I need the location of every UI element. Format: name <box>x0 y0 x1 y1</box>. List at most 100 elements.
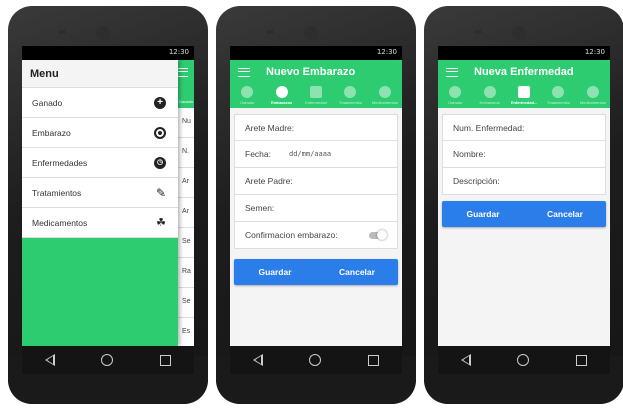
descripcion-field[interactable]: Descripción: <box>442 168 606 195</box>
tab-embarazos[interactable]: Embarazos <box>264 84 298 108</box>
behind-row: Nu <box>178 108 194 138</box>
camera <box>512 26 526 40</box>
home-icon[interactable] <box>101 354 114 366</box>
tab-label: Enfermedad <box>305 100 327 105</box>
clock-icon <box>552 86 565 98</box>
tab-embarazos[interactable]: Embarazos <box>472 84 506 108</box>
behind-tab-label: Ganado <box>178 99 194 104</box>
earpiece <box>58 30 66 34</box>
drawer-item-medicamentos[interactable]: Medicamentos ☘ <box>22 208 178 238</box>
back-icon[interactable] <box>461 354 472 366</box>
status-bar: 12:30 <box>438 46 610 60</box>
tab-tratamientos[interactable]: Tratamientos <box>541 84 575 108</box>
drawer-footer <box>22 238 178 346</box>
field-label: Descripción: <box>453 176 500 186</box>
fields-group: Arete Madre: Fecha: dd/mm/aaaa Arete Padr… <box>234 114 398 249</box>
phone-menu: 12:30 Ganado Nu N. Ar Ar Se Ra Se Es Men… <box>8 6 208 404</box>
field-label: Fecha: <box>245 149 271 159</box>
camera <box>304 26 318 40</box>
fields-group: Num. Enfermedad: Nombre: Descripción: <box>442 114 606 195</box>
save-button[interactable]: Guardar <box>442 201 524 227</box>
clock-icon: ◷ <box>154 156 166 169</box>
drawer-title: Menu <box>22 60 178 88</box>
screen: Nueva Enfermedad Ganado Embarazos Enferm… <box>438 46 610 346</box>
tab-label: Ganado <box>448 100 463 105</box>
field-label: Nombre: <box>453 149 486 159</box>
clock-icon <box>344 86 357 98</box>
form: Num. Enfermedad: Nombre: Descripción: Gu… <box>438 108 610 346</box>
recents-icon[interactable] <box>575 354 587 366</box>
date-input[interactable]: dd/mm/aaaa <box>289 150 331 158</box>
page-title: Nuevo Embarazo <box>266 66 356 78</box>
field-label: Arete Padre: <box>245 176 293 186</box>
tab-ganado[interactable]: Ganado <box>230 84 264 108</box>
drawer-item-label: Enfermedades <box>32 157 88 168</box>
tab-label: Embarazos <box>479 100 500 105</box>
cancel-button[interactable]: Cancelar <box>524 201 606 227</box>
behind-row: Ar <box>178 198 194 228</box>
semen-field[interactable]: Semen: <box>234 195 398 222</box>
tab-enfermedad[interactable]: Enfermedad <box>299 84 333 108</box>
tab-label: Embarazos <box>270 100 293 105</box>
record-circle-icon <box>483 86 496 98</box>
tab-label: Enfermedad... <box>510 100 538 105</box>
edit-icon <box>518 86 531 98</box>
behind-row: Es <box>178 318 194 346</box>
hamburger-icon[interactable] <box>238 67 250 77</box>
tab-tratamientos[interactable]: Tratamientos <box>333 84 367 108</box>
phone-nueva-enfermedad: 12:30 Nueva Enfermedad Ganado Embarazos … <box>424 6 623 404</box>
arete-madre-field[interactable]: Arete Madre: <box>234 114 398 141</box>
field-label: Arete Madre: <box>245 122 295 133</box>
hamburger-icon[interactable] <box>446 67 458 77</box>
tab-ganado[interactable]: Ganado <box>438 84 472 108</box>
status-bar: 12:30 <box>22 46 194 60</box>
behind-row: N. <box>178 138 194 168</box>
edit-icon: ✎ <box>155 185 166 200</box>
tab-label: Medicamentos <box>371 100 398 105</box>
drawer-item-embarazo[interactable]: Embarazo <box>22 118 178 148</box>
page-title: Nueva Enfermedad <box>474 66 574 78</box>
navigation-drawer: Menu Ganado + Embarazo Enfermedades ◷ Tr… <box>22 60 178 346</box>
tab-label: Ganado <box>240 100 255 105</box>
home-icon[interactable] <box>309 354 322 366</box>
fecha-field[interactable]: Fecha: dd/mm/aaaa <box>234 141 398 168</box>
recents-icon[interactable] <box>159 354 171 366</box>
tab-label: Tratamientos <box>338 100 363 105</box>
behind-form: Nu N. Ar Ar Se Ra Se Es <box>178 108 194 346</box>
plus-circle-icon <box>241 86 254 98</box>
app-bar: Nuevo Embarazo <box>230 60 402 84</box>
form: Arete Madre: Fecha: dd/mm/aaaa Arete Padr… <box>230 108 402 346</box>
save-button[interactable]: Guardar <box>234 259 316 285</box>
recents-icon[interactable] <box>367 354 379 366</box>
back-icon[interactable] <box>253 354 264 366</box>
cluster-icon: ☘ <box>156 217 166 229</box>
drawer-item-ganado[interactable]: Ganado + <box>22 88 178 118</box>
camera <box>96 26 110 40</box>
num-enfermedad-field[interactable]: Num. Enfermedad: <box>442 114 606 141</box>
tab-bar: Ganado Embarazos Enfermedad Tratamientos… <box>230 84 402 108</box>
earpiece <box>474 30 482 34</box>
cancel-button[interactable]: Cancelar <box>316 259 398 285</box>
status-time: 12:30 <box>168 48 189 56</box>
earpiece <box>266 30 274 34</box>
drawer-item-enfermedades[interactable]: Enfermedades ◷ <box>22 148 178 178</box>
drawer-item-label: Medicamentos <box>32 217 88 228</box>
arete-padre-field[interactable]: Arete Padre: <box>234 168 398 195</box>
behind-row: Se <box>178 288 194 318</box>
tab-enfermedad[interactable]: Enfermedad... <box>507 84 541 108</box>
status-bar: 12:30 <box>230 46 402 60</box>
tab-medicamentos[interactable]: Medicamentos <box>576 84 610 108</box>
home-icon[interactable] <box>517 354 530 366</box>
tab-medicamentos[interactable]: Medicamentos <box>368 84 402 108</box>
back-icon[interactable] <box>45 354 56 366</box>
confirmacion-toggle[interactable] <box>369 229 387 240</box>
system-nav-bar <box>22 346 194 374</box>
button-bar: Guardar Cancelar <box>234 259 398 285</box>
nombre-field[interactable]: Nombre: <box>442 141 606 168</box>
system-nav-bar <box>230 346 402 374</box>
plus-circle-icon <box>449 86 462 98</box>
drawer-item-tratamientos[interactable]: Tratamientos ✎ <box>22 178 178 208</box>
screen: Ganado Nu N. Ar Ar Se Ra Se Es Menu Gana… <box>22 46 194 346</box>
plus-circle-icon: + <box>154 96 166 109</box>
field-label: Semen: <box>245 203 275 213</box>
